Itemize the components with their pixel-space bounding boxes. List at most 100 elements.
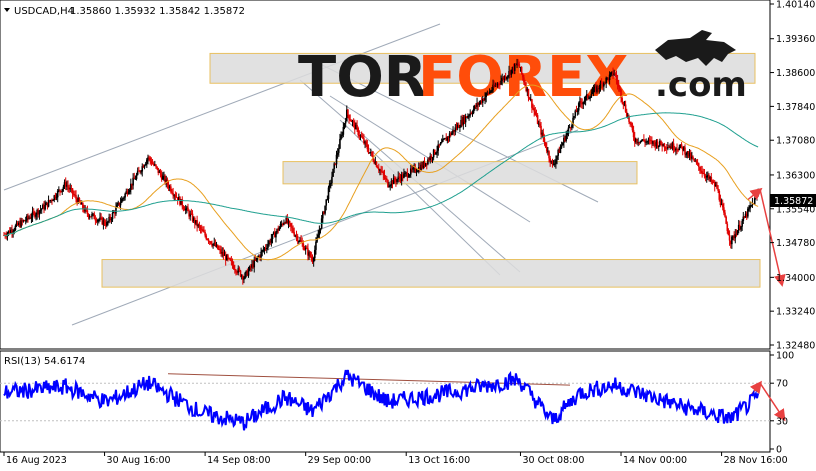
candle-body	[507, 75, 509, 78]
candle-body	[239, 270, 242, 277]
candle-body	[459, 127, 461, 129]
candle-body	[573, 116, 575, 118]
candle-body	[326, 199, 329, 201]
candle-body	[561, 142, 564, 146]
candle-body	[234, 269, 236, 271]
candle-body	[343, 123, 346, 127]
candle-body	[565, 135, 567, 141]
candle-body	[278, 227, 281, 231]
candle-body	[123, 197, 125, 199]
candle-body	[275, 232, 277, 238]
candle-body	[518, 63, 521, 68]
price-tick-label: 1.34780	[776, 238, 815, 249]
candle-body	[617, 84, 620, 87]
candle-body	[616, 79, 619, 85]
candle-body	[317, 234, 320, 238]
candle-body	[385, 178, 388, 180]
candle-body	[288, 220, 291, 224]
candle-body	[238, 268, 241, 271]
candle-body	[740, 226, 742, 230]
candle-body	[598, 88, 601, 90]
candle-body	[701, 171, 703, 174]
candle-body	[339, 139, 341, 149]
candle-body	[199, 226, 202, 230]
candle-body	[204, 232, 206, 236]
candle-body	[202, 229, 204, 232]
rsi-tick-label: 70	[776, 379, 788, 390]
candle-body	[622, 101, 625, 105]
candle-body	[556, 155, 558, 160]
candle-body	[750, 205, 753, 207]
candle-body	[271, 234, 274, 239]
chart-canvas: TOR FOREX .com USDCAD,H4 1.35860 1.35932…	[0, 0, 816, 466]
candle-body	[451, 132, 453, 136]
candle-body	[685, 154, 687, 156]
candle-body	[90, 216, 92, 218]
candle-body	[360, 135, 363, 138]
candle-body	[56, 190, 59, 198]
candle-body	[332, 168, 334, 177]
candle-body	[534, 111, 537, 115]
candle-body	[266, 248, 268, 250]
candle-body	[347, 109, 349, 115]
candle-body	[431, 157, 434, 159]
candle-body	[302, 243, 305, 250]
candle-body	[344, 120, 347, 124]
price-tick-label: 1.40140	[776, 0, 815, 11]
candle-body	[559, 147, 562, 153]
candle-body	[653, 140, 655, 143]
candle-body	[403, 173, 405, 178]
candle-body	[14, 225, 17, 231]
candle-body	[155, 164, 157, 167]
candle-body	[577, 103, 580, 111]
candle-body	[357, 127, 360, 135]
candle-body	[303, 249, 306, 251]
candle-body	[116, 204, 118, 208]
candle-body	[757, 193, 759, 196]
symbol-label: USDCAD,H4	[14, 6, 74, 17]
candle-body	[718, 191, 721, 200]
candle-body	[584, 96, 587, 101]
candle-body	[510, 69, 513, 75]
time-tick-label: 30 Aug 16:00	[107, 455, 171, 466]
candle-body	[489, 91, 492, 93]
candle-body	[315, 241, 317, 250]
candle-body	[710, 177, 713, 182]
candle-body	[692, 156, 694, 159]
candle-body	[67, 185, 69, 188]
candle-body	[609, 72, 612, 75]
candle-body	[614, 73, 617, 76]
candle-body	[318, 230, 321, 235]
candle-body	[135, 174, 138, 179]
candle-body	[521, 73, 524, 78]
candle-body	[298, 241, 300, 243]
candle-body	[582, 102, 585, 105]
candle-body	[741, 221, 743, 227]
candle-body	[62, 186, 65, 189]
candle-body	[337, 148, 340, 153]
candle-body	[523, 77, 525, 83]
price-tick-label: 1.37840	[776, 102, 815, 113]
candle-body	[198, 224, 201, 227]
candle-body	[75, 194, 77, 199]
candle-body	[78, 198, 81, 202]
candle-body	[365, 141, 368, 145]
candle-body	[376, 166, 379, 169]
candle-body	[500, 80, 502, 85]
candle-body	[149, 157, 152, 161]
candle-body	[663, 143, 666, 148]
candle-body	[672, 143, 675, 150]
candle-body	[230, 260, 233, 262]
candle-body	[619, 86, 621, 90]
ohlc-readout: 1.35860 1.35932 1.35842 1.35872	[70, 6, 245, 17]
candle-body	[527, 88, 530, 98]
candle-body	[262, 249, 265, 251]
candle-body	[624, 104, 627, 112]
logo-part-tor: TOR	[298, 45, 427, 110]
candle-body	[657, 145, 660, 148]
candle-body	[124, 193, 126, 198]
candle-body	[643, 139, 645, 142]
candle-body	[331, 176, 333, 183]
candle-body	[640, 140, 643, 142]
candle-body	[144, 163, 147, 166]
